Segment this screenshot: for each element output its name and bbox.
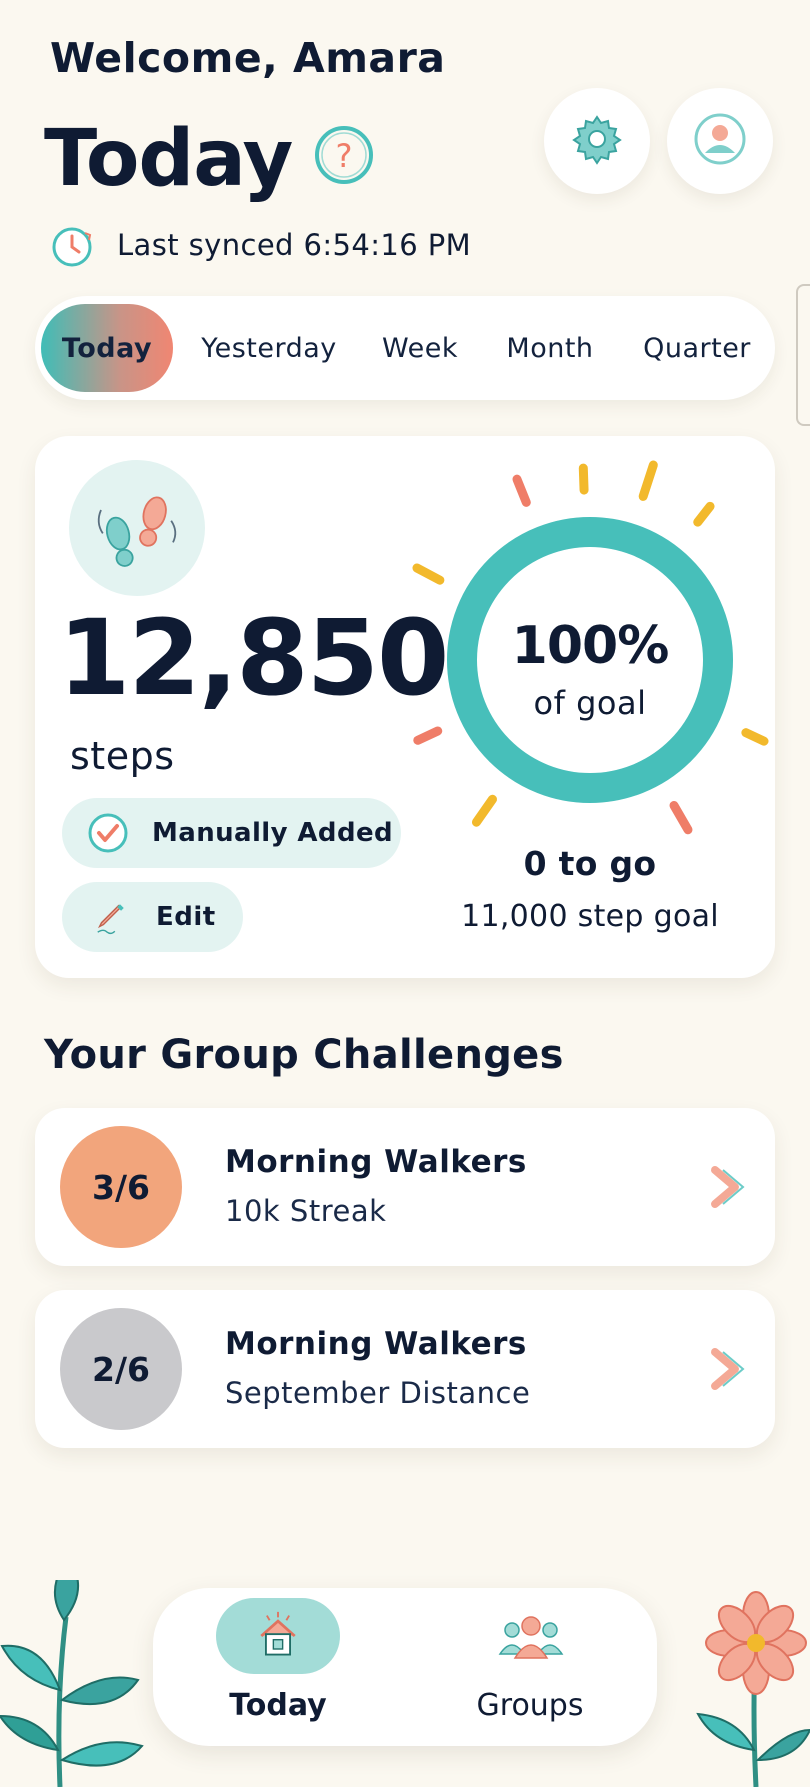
pencil-icon	[97, 904, 124, 935]
nav-today-button[interactable]	[216, 1598, 340, 1674]
sun-ray	[512, 474, 531, 507]
chevron-right-icon	[711, 1166, 745, 1208]
step-goal-label: 11,000 step goal	[461, 899, 719, 934]
manually-added-label: Manually Added	[152, 818, 393, 848]
home-icon	[260, 1611, 296, 1656]
tab-week[interactable]: Week	[365, 304, 475, 392]
page-title: Today	[44, 114, 293, 204]
challenge-card[interactable]: 3/6 Morning Walkers 10k Streak	[35, 1108, 775, 1266]
sun-ray	[413, 726, 443, 745]
svg-text:?: ?	[336, 137, 353, 175]
challenge-title: 10k Streak	[225, 1194, 387, 1228]
flower-illustration	[696, 1591, 810, 1787]
gear-icon	[571, 113, 623, 169]
challenge-group-name: Morning Walkers	[225, 1144, 527, 1180]
edit-label: Edit	[156, 902, 216, 932]
sun-ray	[578, 463, 589, 495]
chevron-right-icon	[711, 1348, 745, 1390]
last-synced-text: Last synced 6:54:16 PM	[117, 228, 472, 262]
challenge-group-name: Morning Walkers	[225, 1326, 527, 1362]
tab-quarter[interactable]: Quarter	[625, 304, 769, 392]
sun-ray	[669, 800, 693, 835]
challenge-rank-badge: 2/6	[60, 1308, 182, 1430]
sun-ray	[638, 460, 658, 501]
sun-ray	[741, 728, 769, 746]
sun-ray	[693, 501, 715, 527]
nav-groups-label[interactable]: Groups	[440, 1688, 620, 1723]
edge-drawer-handle[interactable]	[796, 284, 810, 426]
user-avatar-icon	[692, 111, 748, 171]
welcome-text: Welcome, Amara	[50, 34, 446, 82]
sun-ray	[471, 794, 497, 827]
check-circle-icon	[88, 813, 128, 853]
date-range-tabs: Today Yesterday Week Month Quarter	[35, 296, 775, 400]
plant-illustration	[0, 1580, 144, 1787]
settings-button[interactable]	[544, 88, 650, 194]
clock-icon	[50, 225, 94, 269]
help-question-icon[interactable]: ?	[313, 124, 375, 186]
tab-today[interactable]: Today	[41, 304, 173, 392]
goal-percent-value: 100%	[511, 616, 670, 676]
profile-button[interactable]	[667, 88, 773, 194]
tab-month[interactable]: Month	[485, 304, 615, 392]
footprints-icon	[69, 460, 205, 596]
challenge-card[interactable]: 2/6 Morning Walkers September Distance	[35, 1290, 775, 1448]
steps-remaining: 0 to go	[523, 844, 657, 883]
nav-today-label[interactable]: Today	[190, 1688, 366, 1723]
tab-yesterday[interactable]: Yesterday	[185, 304, 353, 392]
challenges-heading: Your Group Challenges	[44, 1032, 564, 1078]
goal-percent-caption: of goal	[533, 684, 647, 722]
challenge-title: September Distance	[225, 1376, 531, 1410]
group-icon[interactable]	[496, 1610, 566, 1666]
sun-ray	[412, 563, 445, 585]
edit-button[interactable]: Edit	[62, 882, 243, 952]
manually-added-badge: Manually Added	[62, 798, 401, 868]
steps-unit-label: steps	[70, 734, 175, 778]
challenge-rank-badge: 3/6	[60, 1126, 182, 1248]
